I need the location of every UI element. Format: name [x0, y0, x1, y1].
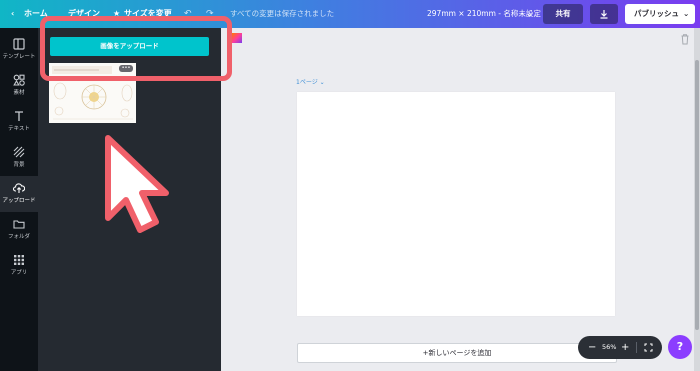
- document-dimensions[interactable]: 297mm × 210mm - 名称未設定: [427, 0, 541, 28]
- zoom-control: − 56% +: [578, 336, 662, 359]
- sidebar-item-label: 背景: [13, 162, 25, 168]
- chevron-down-icon[interactable]: ⌄: [526, 0, 533, 28]
- sidebar-item-label: アプリ: [10, 270, 28, 276]
- add-page-button[interactable]: +新しいページを追加: [297, 343, 617, 363]
- download-icon: [600, 10, 608, 19]
- sidebar-item-apps[interactable]: アプリ: [0, 248, 38, 284]
- publish-label: パブリッシュ: [634, 9, 679, 18]
- sidebar-item-folders[interactable]: フォルダ: [0, 212, 38, 248]
- highlight-box: [40, 16, 232, 81]
- color-swatch-icon[interactable]: [232, 33, 242, 43]
- sidebar: テンプレート 素材 テキスト 背景 アップロード フォルダ アプリ: [0, 28, 38, 371]
- help-button[interactable]: ?: [668, 335, 692, 359]
- back-chevron-icon[interactable]: ‹: [11, 0, 14, 28]
- trash-icon[interactable]: [680, 33, 690, 45]
- sidebar-item-label: フォルダ: [7, 234, 30, 240]
- vertical-scrollbar[interactable]: [694, 28, 700, 371]
- save-status: すべての変更は保存されました: [230, 9, 335, 18]
- zoom-in-button[interactable]: +: [621, 336, 629, 359]
- text-icon: [15, 111, 23, 121]
- template-icon: [13, 38, 25, 50]
- fullscreen-icon[interactable]: [644, 343, 653, 352]
- sidebar-item-elements[interactable]: 素材: [0, 68, 38, 104]
- upload-icon: [13, 183, 25, 193]
- sidebar-item-background[interactable]: 背景: [0, 140, 38, 176]
- apps-icon: [14, 255, 24, 265]
- publish-button[interactable]: パブリッシュ ⌄: [625, 4, 695, 24]
- pointer-arrow-icon: [105, 135, 169, 233]
- download-button[interactable]: [590, 4, 618, 24]
- background-icon: [13, 146, 25, 158]
- page-label[interactable]: 1ページ ⌄: [296, 77, 325, 86]
- sidebar-item-templates[interactable]: テンプレート: [0, 32, 38, 68]
- share-button[interactable]: 共有: [543, 4, 583, 24]
- sidebar-item-label: 素材: [13, 90, 25, 96]
- zoom-value[interactable]: 56%: [602, 336, 616, 359]
- sidebar-item-uploads[interactable]: アップロード: [0, 176, 38, 212]
- design-page[interactable]: [297, 92, 615, 316]
- chevron-down-icon: ⌄: [319, 79, 325, 86]
- sidebar-item-text[interactable]: テキスト: [0, 104, 38, 140]
- zoom-out-button[interactable]: −: [588, 336, 596, 359]
- sidebar-item-label: アップロード: [2, 198, 36, 204]
- sidebar-item-label: テンプレート: [2, 54, 36, 60]
- elements-icon: [13, 74, 25, 86]
- publish-chevron-icon: ⌄: [683, 9, 690, 18]
- page-label-text: 1ページ: [296, 79, 318, 86]
- sidebar-item-label: テキスト: [8, 126, 30, 132]
- scroll-thumb[interactable]: [695, 60, 699, 330]
- folder-icon: [13, 220, 25, 229]
- zoom-divider: [636, 342, 637, 353]
